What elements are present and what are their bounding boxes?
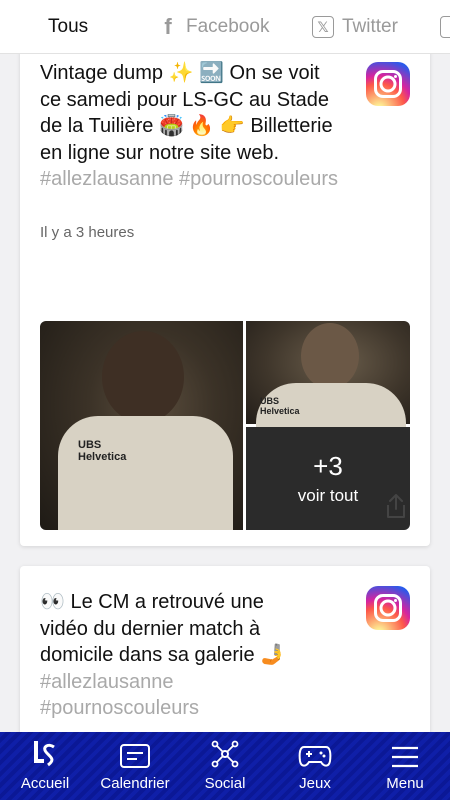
tab-all-label: Tous [48, 16, 89, 37]
tab-all[interactable]: Tous [48, 0, 89, 53]
instagram-outline-icon [440, 16, 450, 38]
nav-social[interactable]: Social [180, 732, 270, 800]
post-card[interactable]: 👀 Le CM a retrouvé une vidéo du dernier … [20, 566, 430, 732]
post-hashtags[interactable]: #allezlausanne #pournoscouleurs [40, 168, 338, 190]
more-images-count: +3 [313, 451, 343, 481]
nav-accueil[interactable]: Accueil [0, 732, 90, 800]
post-hashtags[interactable]: #allezlausanne #pournoscouleurs [40, 671, 199, 720]
instagram-icon [366, 62, 410, 106]
nav-label: Accueil [20, 775, 70, 792]
post-body: Vintage dump ✨ 🔜 On se voit ce samedi po… [40, 62, 333, 164]
facebook-icon: f [164, 14, 172, 39]
nav-label: Calendrier [100, 775, 170, 792]
bottom-navigation: Accueil Calendrier Social Jeux Menu [0, 732, 450, 800]
x-twitter-icon: 𝕏 [312, 16, 334, 38]
post-image-gallery[interactable]: UBS Helvetica UBS Helvetica +3 voir tout [40, 321, 410, 530]
logo-ls-icon [34, 741, 55, 767]
post-image-secondary[interactable]: UBS Helvetica [246, 321, 410, 443]
post-text: Vintage dump ✨ 🔜 On se voit ce samedi po… [40, 60, 340, 193]
post-timestamp: Il y a 3 heures [40, 224, 135, 241]
gamepad-icon [298, 746, 332, 767]
social-feed[interactable]: Vintage dump ✨ 🔜 On se voit ce samedi po… [0, 54, 450, 732]
share-icon[interactable] [384, 493, 408, 519]
nav-menu[interactable]: Menu [360, 732, 450, 800]
post-text: 👀 Le CM a retrouvé une vidéo du dernier … [40, 589, 300, 722]
nav-label: Social [204, 775, 246, 792]
see-all-label: voir tout [297, 486, 359, 505]
tab-instagram-partial[interactable] [440, 0, 450, 53]
tab-twitter-label: Twitter [342, 16, 398, 37]
nav-jeux[interactable]: Jeux [270, 732, 360, 800]
nav-label: Jeux [299, 775, 331, 792]
network-icon [211, 740, 239, 768]
post-image-main[interactable]: UBS Helvetica [40, 321, 243, 530]
hamburger-icon [392, 746, 418, 768]
nav-label: Menu [386, 775, 424, 792]
post-card[interactable]: Vintage dump ✨ 🔜 On se voit ce samedi po… [20, 54, 430, 546]
tab-facebook-label: Facebook [186, 16, 270, 37]
tab-twitter[interactable]: 𝕏 Twitter [312, 0, 398, 53]
filter-tabs: Tous f Facebook 𝕏 Twitter [0, 0, 450, 54]
nav-calendrier[interactable]: Calendrier [90, 732, 180, 800]
tab-facebook[interactable]: f Facebook [158, 0, 270, 53]
calendar-icon [120, 744, 150, 768]
instagram-icon [366, 586, 410, 630]
post-body: 👀 Le CM a retrouvé une vidéo du dernier … [40, 591, 286, 666]
